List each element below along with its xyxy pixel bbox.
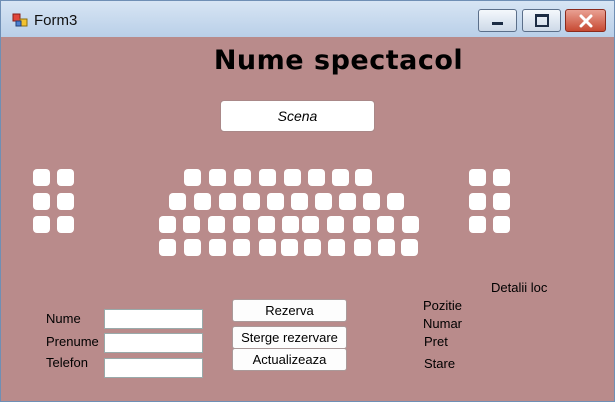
seat-button[interactable] (243, 193, 260, 210)
seat-button[interactable] (355, 169, 372, 186)
seat-button[interactable] (291, 193, 308, 210)
seat-button[interactable] (159, 239, 176, 256)
maximize-icon (534, 14, 549, 27)
seat-button[interactable] (493, 216, 510, 233)
seat-button[interactable] (169, 193, 186, 210)
seat-button[interactable] (363, 193, 380, 210)
seat-button[interactable] (258, 216, 275, 233)
seat-button[interactable] (308, 169, 325, 186)
sterge-rezervare-button[interactable]: Sterge rezervare (232, 326, 347, 349)
rezerva-button[interactable]: Rezerva (232, 299, 347, 322)
seat-button[interactable] (493, 169, 510, 186)
seat-button[interactable] (339, 193, 356, 210)
seat-button[interactable] (327, 216, 344, 233)
minimize-icon (492, 22, 503, 25)
stare-label: Stare (424, 356, 456, 371)
prenume-input[interactable] (104, 333, 203, 353)
close-icon (579, 14, 592, 27)
seat-button[interactable] (184, 169, 201, 186)
prenume-label: Prenume (46, 334, 99, 349)
seat-button[interactable] (332, 169, 349, 186)
seat-button[interactable] (354, 239, 371, 256)
telefon-label: Telefon (46, 355, 88, 370)
seat-button[interactable] (33, 216, 50, 233)
seat-button[interactable] (209, 169, 226, 186)
nume-label: Nume (46, 311, 81, 326)
seat-button[interactable] (57, 169, 74, 186)
seat-button[interactable] (233, 239, 250, 256)
numar-label: Numar (423, 316, 463, 331)
minimize-button[interactable] (478, 9, 517, 32)
seat-button[interactable] (57, 193, 74, 210)
seat-button[interactable] (353, 216, 370, 233)
window-title: Form3 (34, 12, 78, 29)
seat-button[interactable] (284, 169, 301, 186)
seat-button[interactable] (402, 216, 419, 233)
seat-button[interactable] (183, 216, 200, 233)
seat-button[interactable] (57, 216, 74, 233)
seat-button[interactable] (233, 216, 250, 233)
seat-button[interactable] (259, 169, 276, 186)
seat-button[interactable] (469, 216, 486, 233)
seat-button[interactable] (33, 193, 50, 210)
seat-button[interactable] (377, 216, 394, 233)
seat-button[interactable] (282, 216, 299, 233)
seat-button[interactable] (328, 239, 345, 256)
seat-button[interactable] (159, 216, 176, 233)
seat-button[interactable] (234, 169, 251, 186)
nume-input[interactable] (104, 309, 203, 329)
telefon-input[interactable] (104, 358, 203, 378)
seat-button[interactable] (315, 193, 332, 210)
seat-button[interactable] (378, 239, 395, 256)
seat-button[interactable] (209, 239, 226, 256)
app-icon (12, 12, 28, 28)
title-bar[interactable]: Form3 (1, 1, 614, 37)
seat-button[interactable] (469, 193, 486, 210)
seat-button[interactable] (493, 193, 510, 210)
maximize-button[interactable] (522, 9, 561, 32)
seat-button[interactable] (304, 239, 321, 256)
pret-label: Pret (424, 334, 448, 349)
seat-button[interactable] (259, 239, 276, 256)
seat-button[interactable] (184, 239, 201, 256)
seat-button[interactable] (281, 239, 298, 256)
seat-button[interactable] (33, 169, 50, 186)
seat-button[interactable] (401, 239, 418, 256)
close-button[interactable] (565, 9, 606, 32)
seat-button[interactable] (302, 216, 319, 233)
actualizeaza-button[interactable]: Actualizeaza (232, 348, 347, 371)
pozitie-label: Pozitie (423, 298, 463, 313)
seat-button[interactable] (194, 193, 211, 210)
seat-button[interactable] (387, 193, 404, 210)
main-window: Form3 Nume spectacol Scena Nume Prenume … (0, 0, 615, 402)
seat-button[interactable] (469, 169, 486, 186)
stage-button[interactable]: Scena (220, 100, 375, 132)
seat-button[interactable] (267, 193, 284, 210)
seat-button[interactable] (208, 216, 225, 233)
seat-button[interactable] (219, 193, 236, 210)
details-title: Detalii loc (491, 280, 548, 295)
show-title: Nume spectacol (213, 45, 464, 76)
